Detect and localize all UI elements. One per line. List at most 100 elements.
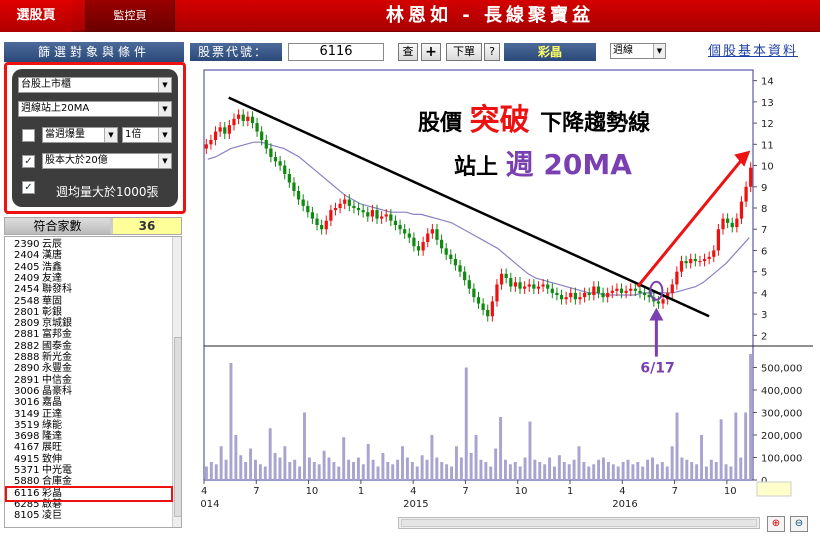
candle-body	[541, 284, 545, 287]
candle-body	[283, 165, 287, 175]
volume-bar	[342, 437, 346, 480]
candle-body	[490, 301, 494, 317]
list-item[interactable]: 2405 浩鑫	[14, 262, 62, 274]
candle-body	[416, 246, 421, 251]
volume-bar	[651, 457, 654, 480]
volume-checkbox[interactable]	[22, 129, 35, 142]
list-item[interactable]: 2882 國泰金	[14, 341, 72, 353]
query-button[interactable]: 查	[398, 43, 418, 61]
add-button[interactable]: +	[421, 43, 441, 61]
price-tick-label: 11	[761, 140, 774, 151]
avg-volume-checkbox[interactable]: ✓	[22, 181, 35, 194]
volume-bar	[709, 459, 713, 480]
list-item[interactable]: 8105 凌巨	[14, 510, 62, 522]
list-item[interactable]: 3519 綠能	[14, 420, 62, 432]
zoom-in-icon[interactable]: ⊕	[767, 516, 785, 532]
volume-bar	[352, 462, 355, 480]
candle-body	[426, 233, 430, 242]
list-item[interactable]: 2890 永豐金	[14, 363, 72, 375]
candle-body	[592, 286, 596, 296]
candle-body	[209, 140, 213, 145]
candle-body	[721, 218, 725, 230]
candle-body	[453, 258, 458, 266]
volume-tick-label: 500,000	[761, 364, 802, 375]
order-button[interactable]: 下單	[446, 43, 482, 61]
candle-body	[255, 123, 259, 132]
volume-bar	[739, 457, 743, 480]
filter-section-header: 篩選對象與條件	[4, 42, 184, 62]
list-item[interactable]: 2891 中信金	[14, 375, 72, 387]
list-item[interactable]: 4915 致伸	[14, 454, 62, 466]
result-list: 2390 云辰 2404 漢唐 2405 浩鑫 2409 友達 2454 聯發科 2548 華固 280…	[4, 236, 182, 528]
volume-bar	[508, 464, 512, 480]
candle-body	[333, 208, 338, 211]
result-list-scrollbar[interactable]	[172, 237, 181, 527]
stock-code: 3006	[14, 385, 40, 397]
volume-bar	[293, 459, 297, 480]
scrollbar-thumb[interactable]	[401, 519, 757, 527]
capital-checkbox[interactable]: ✓	[22, 155, 35, 168]
list-item[interactable]: 2548 華固	[14, 296, 62, 308]
candle-body	[393, 220, 398, 225]
candle-body	[329, 210, 333, 221]
price-tick-label: 12	[761, 119, 774, 130]
result-count: 36	[113, 218, 181, 234]
candle-body	[296, 191, 301, 200]
candle-body	[246, 116, 250, 121]
volume-bar	[415, 466, 419, 480]
stock-info-link[interactable]: 個股基本資料	[690, 43, 816, 61]
list-item[interactable]: 3149 正達	[14, 409, 62, 421]
candle-body	[306, 205, 310, 213]
candle-body	[546, 284, 550, 289]
candle-body	[213, 131, 218, 141]
volume-bar	[430, 435, 434, 480]
ma-condition-select[interactable]: 週線站上20MA ▼	[18, 101, 172, 117]
zoom-out-icon[interactable]: ⊖	[790, 516, 808, 532]
volume-bar	[479, 459, 483, 480]
result-header: 符合家數 36	[4, 217, 182, 235]
volume-bar	[562, 462, 566, 480]
volume-bar	[366, 444, 370, 480]
candle-body	[642, 292, 647, 296]
list-item[interactable]: 4167 展旺	[14, 442, 62, 454]
stock-code: 2809	[14, 318, 40, 330]
stock-code: 2891	[14, 374, 40, 386]
market-select[interactable]: 台股上市櫃 ▼	[18, 77, 172, 93]
candle-body	[679, 261, 684, 272]
x-tick-label: 1	[358, 486, 364, 497]
volume-multiple-select[interactable]: 1倍 ▼	[122, 127, 172, 143]
price-tick-label: 5	[761, 268, 767, 279]
stock-name: 云辰	[42, 239, 62, 250]
capital-select[interactable]: 股本大於20億 ▼	[42, 153, 172, 169]
candle-body	[412, 237, 416, 247]
volume-bar	[307, 457, 311, 480]
candle-body	[421, 241, 425, 251]
candle-body	[398, 224, 402, 230]
list-item[interactable]: 2454 聯發科	[14, 284, 72, 296]
volume-bar	[450, 466, 454, 480]
volume-bar	[606, 462, 610, 480]
stock-name: 彩晶	[504, 43, 596, 61]
candle-body	[749, 167, 753, 187]
scrollbar-thumb[interactable]	[174, 337, 181, 517]
list-item[interactable]: 2881 富邦金	[14, 329, 72, 341]
stock-code: 4167	[14, 442, 40, 454]
volume-bar	[327, 457, 331, 480]
help-button[interactable]: ?	[484, 43, 500, 61]
volume-bar	[332, 462, 336, 480]
stock-code-input[interactable]: 6116	[288, 43, 384, 61]
volume-bar	[675, 412, 679, 480]
list-item[interactable]: 2801 彰銀	[14, 307, 62, 319]
candle-body	[504, 273, 508, 279]
candle-body	[273, 157, 278, 162]
candle-body	[347, 199, 351, 206]
stock-code: 2888	[14, 352, 40, 363]
volume-bar	[322, 450, 326, 480]
chart-horizontal-scrollbar[interactable]	[398, 517, 760, 529]
stock-name: 京城銀	[42, 318, 72, 330]
period-select[interactable]: 週線 ▼	[610, 43, 666, 59]
volume-mode-select[interactable]: 當週爆量 ▼	[42, 127, 118, 143]
candle-body	[712, 250, 716, 257]
list-item[interactable]: 2404 漢唐	[14, 250, 62, 262]
list-item[interactable]: 3016 嘉晶	[14, 397, 62, 409]
